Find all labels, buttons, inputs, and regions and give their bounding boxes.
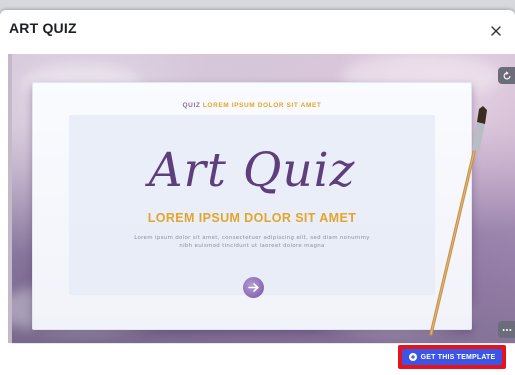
reload-icon bbox=[503, 70, 510, 79]
get-this-template-label: GET THIS TEMPLATE bbox=[420, 353, 496, 361]
slide-subtitle: LOREM IPSUM DOLOR SIT AMET bbox=[147, 211, 357, 225]
quiz-slide-canvas: QUIZ LOREM IPSUM DOLOR SIT AMET Art Quiz… bbox=[32, 82, 472, 330]
paintbrush-icon bbox=[429, 106, 487, 336]
slide-inner-panel bbox=[69, 115, 435, 295]
slide-title: Art Quiz bbox=[148, 143, 356, 198]
plus-circle-icon bbox=[408, 353, 417, 361]
get-this-template-button[interactable]: GET THIS TEMPLATE bbox=[402, 349, 502, 365]
template-preview: QUIZ LOREM IPSUM DOLOR SIT AMET Art Quiz… bbox=[12, 54, 515, 343]
more-options-button[interactable] bbox=[498, 321, 515, 338]
slide-body-text: Lorem ipsum dolor sit amet, consectetuer… bbox=[93, 234, 411, 250]
reload-button[interactable] bbox=[498, 67, 515, 84]
arrow-right-icon bbox=[248, 283, 259, 292]
close-icon[interactable] bbox=[489, 24, 503, 38]
template-preview-modal: ART QUIZ QUIZ LOREM IPSUM DOLOR SIT AMET… bbox=[0, 10, 515, 375]
modal-title: ART QUIZ bbox=[9, 20, 77, 36]
body-line-1: Lorem ipsum dolor sit amet, consectetuer… bbox=[134, 235, 370, 241]
next-button[interactable] bbox=[243, 277, 264, 298]
kicker-quiz: QUIZ bbox=[182, 102, 201, 109]
preview-divider bbox=[12, 343, 515, 344]
more-horizontal-icon bbox=[502, 328, 511, 331]
get-template-highlight: GET THIS TEMPLATE bbox=[398, 345, 506, 369]
body-line-2: nibh euismod tincidunt ut laoreet dolore… bbox=[179, 243, 325, 249]
kicker-lorem: LOREM IPSUM DOLOR SIT AMET bbox=[202, 102, 322, 109]
slide-kicker: QUIZ LOREM IPSUM DOLOR SIT AMET bbox=[33, 102, 471, 109]
